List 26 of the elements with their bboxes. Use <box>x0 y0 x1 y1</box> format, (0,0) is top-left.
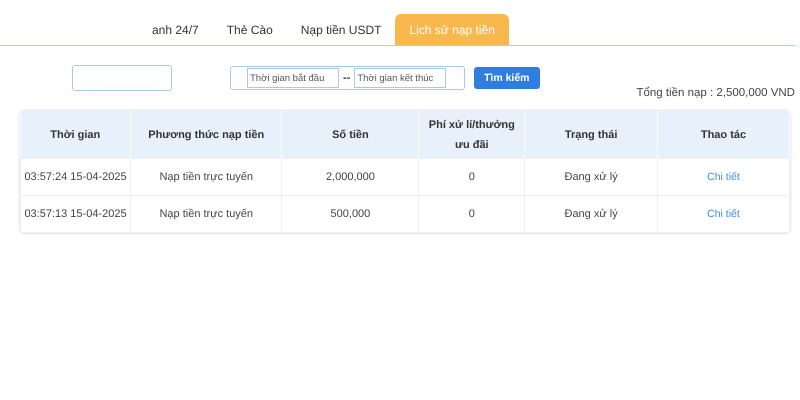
end-date-input[interactable]: Thời gian kết thúc <box>354 68 446 88</box>
total-deposit: Tổng tiền nạp : 2,500,000 VND <box>636 87 795 99</box>
table-cell: 0 <box>418 158 525 196</box>
tab[interactable]: Nạp tiền USDT <box>286 14 396 45</box>
table-cell: Nạp tiền trực tuyến <box>130 158 282 196</box>
table-cell: Nạp tiền trực tuyến <box>130 196 282 232</box>
column-header: Thời gian <box>20 111 131 158</box>
table-cell: 500,000 <box>282 196 419 232</box>
table-cell: Đang xử lý <box>524 158 658 196</box>
table-cell: 2,000,000 <box>282 158 419 196</box>
column-header: Thao tác <box>657 111 790 158</box>
date-range-field[interactable]: Thời gian bắt đầu -- Thời gian kết thúc <box>230 66 465 90</box>
tab[interactable]: Thẻ Cào <box>212 14 287 45</box>
tab[interactable]: anh 24/7 <box>138 14 213 45</box>
table-cell: Đang xử lý <box>524 196 658 232</box>
start-date-input[interactable]: Thời gian bắt đầu <box>247 68 339 88</box>
column-header: Trạng thái <box>524 111 658 158</box>
table-cell: 0 <box>418 196 525 232</box>
column-header: Phương thức nạp tiền <box>130 111 282 158</box>
search-button[interactable]: Tìm kiếm <box>474 67 540 89</box>
select-field[interactable] <box>72 65 172 91</box>
table-cell: 03:57:13 15-04-2025 <box>20 196 131 232</box>
column-header: Số tiền <box>282 111 419 158</box>
table-cell: 03:57:24 15-04-2025 <box>20 158 131 196</box>
column-header: Phí xử lí/thưởng ưu đãi <box>418 111 525 158</box>
range-separator: -- <box>343 72 350 84</box>
